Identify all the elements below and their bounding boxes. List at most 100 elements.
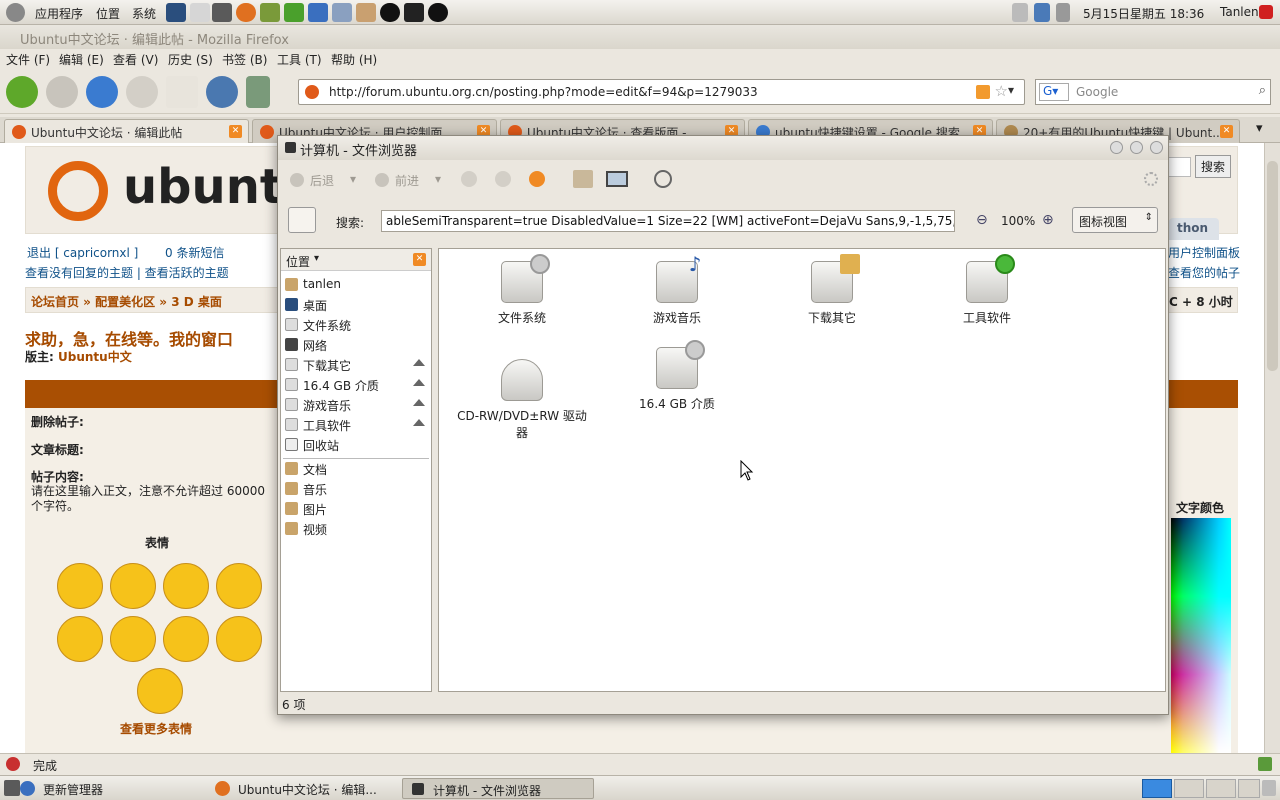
eject-icon[interactable] <box>413 399 425 406</box>
sidebar-item-home[interactable]: tanlen <box>283 275 429 295</box>
drive-media-16gb[interactable]: 16.4 GB 介质 <box>607 340 747 412</box>
dizzy-icon[interactable] <box>137 668 183 714</box>
rss-icon[interactable] <box>976 85 990 99</box>
ubuntu-logo-icon[interactable] <box>6 3 25 22</box>
breadcrumb[interactable]: 论坛首页 » 配置美化区 » 3 D 桌面 <box>31 293 222 310</box>
url-text[interactable]: http://forum.ubuntu.org.cn/posting.php?m… <box>329 85 758 99</box>
tab-edit-post[interactable]: Ubuntu中文论坛 · 编辑此帖 ✕ <box>4 119 249 143</box>
close-sidebar-icon[interactable]: ✕ <box>413 253 426 266</box>
network-icon[interactable] <box>308 3 328 22</box>
moderator-link[interactable]: Ubuntu中文 <box>58 348 132 365</box>
close-icon[interactable]: ✕ <box>229 125 242 138</box>
topic-title[interactable]: 求助，急，在线等。我的窗口 <box>25 326 233 350</box>
logout-link[interactable]: 退出 [ capricornxl ] <box>27 244 138 261</box>
back-dropdown-icon[interactable]: ▾ <box>350 172 356 186</box>
app-a-icon[interactable] <box>380 3 400 22</box>
trash-icon[interactable] <box>1262 780 1276 796</box>
menu-view[interactable]: 查看 (V) <box>113 51 158 68</box>
close-icon[interactable]: ✕ <box>1220 125 1233 138</box>
task-file-browser[interactable]: 计算机 - 文件浏览器 <box>402 778 594 799</box>
forward-dropdown-icon[interactable]: ▾ <box>435 172 441 186</box>
settings-icon[interactable] <box>284 3 304 22</box>
printer-icon[interactable] <box>1012 3 1028 22</box>
smile-icon[interactable] <box>57 563 103 609</box>
workspace-3[interactable] <box>1206 779 1236 798</box>
task-firefox[interactable]: Ubuntu中文论坛 · 编辑... <box>203 778 399 799</box>
stop-icon[interactable] <box>495 171 511 187</box>
cover-mouth-icon[interactable] <box>216 563 262 609</box>
terminal-icon[interactable] <box>404 3 424 22</box>
forum-search-button[interactable]: 搜索 <box>1195 155 1232 178</box>
search-input[interactable]: G▾ Google ⌕ <box>1035 79 1271 105</box>
url-bar[interactable]: http://forum.ubuntu.org.cn/posting.php?m… <box>298 79 1025 105</box>
up-icon[interactable] <box>461 171 477 187</box>
sidebar-item-desktop[interactable]: 桌面 <box>283 295 429 315</box>
sidebar-item-downloads[interactable]: 下载其它 <box>283 355 429 375</box>
reload-icon[interactable] <box>529 171 545 187</box>
clock[interactable]: 5月15日星期五 18:36 <box>1083 5 1204 22</box>
reload-icon[interactable] <box>86 76 118 108</box>
tongue-icon[interactable] <box>110 563 156 609</box>
page-scrollbar[interactable] <box>1264 143 1280 753</box>
drive-tools[interactable]: 工具软件 <box>917 254 1057 326</box>
back-button[interactable]: 后退 <box>310 172 334 189</box>
minimize-icon[interactable] <box>1110 141 1123 154</box>
sidebar-item-music[interactable]: 音乐 <box>283 479 429 499</box>
maximize-icon[interactable] <box>1130 141 1143 154</box>
drive-filesystem[interactable]: 文件系统 <box>452 254 592 326</box>
view-mode-select[interactable]: 图标视图 ⇕ <box>1072 207 1158 233</box>
camera-icon[interactable] <box>212 3 232 22</box>
menu-history[interactable]: 历史 (S) <box>168 51 213 68</box>
books-icon[interactable] <box>260 3 280 22</box>
sidebar-item-tools[interactable]: 工具软件 <box>283 415 429 435</box>
menu-system[interactable]: 系统 <box>132 5 156 22</box>
menu-edit[interactable]: 编辑 (E) <box>59 51 104 68</box>
window-titlebar[interactable]: 计算机 - 文件浏览器 <box>278 136 1168 160</box>
forward-icon[interactable] <box>46 76 78 108</box>
ucp-link[interactable]: 用户控制面板 <box>1168 244 1240 261</box>
search-field[interactable]: ableSemiTransparent=true DisabledValue=1… <box>381 210 955 232</box>
workspace-2[interactable] <box>1174 779 1204 798</box>
rabbit-icon[interactable] <box>356 3 376 22</box>
laugh-icon[interactable] <box>216 616 262 662</box>
zoom-out-icon[interactable]: ⊖ <box>976 212 988 228</box>
sidebar-item-documents[interactable]: 文档 <box>283 459 429 479</box>
eject-icon[interactable] <box>413 359 425 366</box>
python-tab[interactable]: thon <box>1169 218 1219 240</box>
task-update-manager[interactable]: 更新管理器 <box>8 778 203 799</box>
forward-button[interactable]: 前进 <box>395 172 419 189</box>
drive-downloads[interactable]: 下载其它 <box>762 254 902 326</box>
cry-laugh-icon[interactable] <box>57 616 103 662</box>
workspace-4[interactable] <box>1238 779 1260 798</box>
more-emoticons-link[interactable]: 查看更多表情 <box>120 720 192 737</box>
power-icon[interactable] <box>1259 5 1273 19</box>
sidebar-item-filesystem[interactable]: 文件系统 <box>283 315 429 335</box>
mail-icon[interactable] <box>190 3 210 22</box>
clock-icon[interactable] <box>206 76 238 108</box>
eject-icon[interactable] <box>413 379 425 386</box>
sidebar-item-videos[interactable]: 视频 <box>283 519 429 539</box>
menu-file[interactable]: 文件 (F) <box>6 51 50 68</box>
google-engine-icon[interactable]: G▾ <box>1039 83 1069 101</box>
home-icon[interactable] <box>166 76 198 108</box>
sidebar-item-media[interactable]: 16.4 GB 介质 <box>283 375 429 395</box>
sidebar-item-network[interactable]: 网络 <box>283 335 429 355</box>
sidebar-item-games[interactable]: 游戏音乐 <box>283 395 429 415</box>
volume-icon[interactable] <box>1056 3 1070 22</box>
home-icon[interactable] <box>573 170 593 188</box>
menu-bookmarks[interactable]: 书签 (B) <box>222 51 267 68</box>
search-icon[interactable] <box>654 170 672 188</box>
menu-help[interactable]: 帮助 (H) <box>331 51 377 68</box>
color-palette[interactable] <box>1171 518 1231 753</box>
tab-list-icon[interactable]: ▾ <box>1256 121 1263 136</box>
star-icon[interactable]: ☆ <box>995 82 1008 100</box>
workspace-1[interactable] <box>1142 779 1172 798</box>
quick-links[interactable]: 查看没有回复的主题 | 查看活跃的主题 <box>25 264 229 281</box>
qq-icon[interactable] <box>428 3 448 22</box>
sidebar-item-pictures[interactable]: 图片 <box>283 499 429 519</box>
addon-icon[interactable] <box>1258 757 1272 771</box>
grin-icon[interactable] <box>163 616 209 662</box>
drive-cdrom[interactable]: CD-RW/DVD±RW 驱动器 <box>452 359 592 441</box>
search-icon[interactable]: ⌕ <box>1259 83 1266 98</box>
menu-tools[interactable]: 工具 (T) <box>277 51 322 68</box>
